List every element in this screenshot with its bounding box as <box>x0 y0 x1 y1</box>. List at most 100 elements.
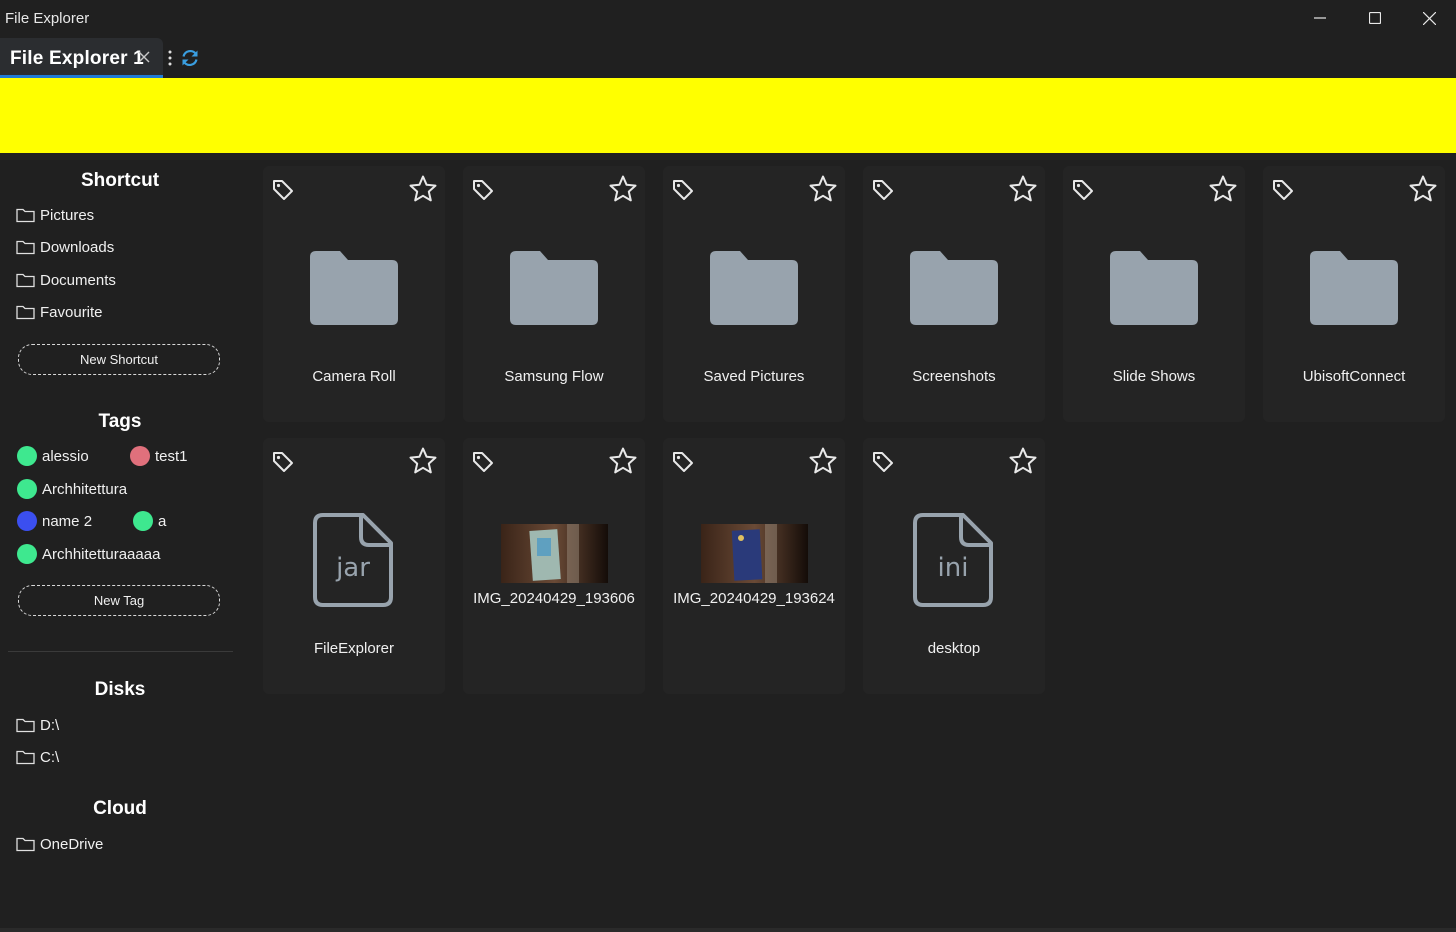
file-card[interactable]: ini desktop <box>863 438 1045 694</box>
folder-icon <box>16 718 35 733</box>
tag-icon[interactable] <box>471 178 495 202</box>
tag-label: name 2 <box>42 512 93 530</box>
star-icon[interactable] <box>608 446 638 476</box>
close-button[interactable] <box>1402 0 1456 36</box>
ini-file-icon: ini <box>913 513 993 607</box>
folder-card[interactable]: UbisoftConnect <box>1263 166 1445 422</box>
maximize-icon <box>1368 12 1381 24</box>
tag-label: test1 <box>155 447 188 465</box>
star-icon[interactable] <box>1208 174 1238 204</box>
image-thumbnail <box>701 524 808 583</box>
tag-archhitetturaaaaa[interactable]: Archhitetturaaaaa <box>17 543 160 565</box>
item-name: UbisoftConnect <box>1302 368 1406 385</box>
star-icon[interactable] <box>1408 174 1438 204</box>
star-icon[interactable] <box>1008 174 1038 204</box>
refresh-icon[interactable] <box>180 48 200 68</box>
star-icon[interactable] <box>608 174 638 204</box>
tag-icon[interactable] <box>671 178 695 202</box>
folder-icon <box>910 251 998 325</box>
folder-icon <box>16 208 35 223</box>
close-icon <box>1423 11 1436 25</box>
tab-close-icon[interactable] <box>136 49 152 65</box>
star-icon[interactable] <box>808 174 838 204</box>
item-name: Camera Roll <box>312 368 396 385</box>
tag-color-dot <box>17 544 37 564</box>
tags-title: Tags <box>98 411 142 432</box>
minimize-icon <box>1313 17 1326 19</box>
tag-label: Archhitetturaaaaa <box>42 545 161 563</box>
folder-icon <box>710 251 798 325</box>
tag-label: a <box>158 512 167 530</box>
tag-alessio[interactable]: alessio <box>17 445 89 467</box>
folder-icon <box>16 273 35 288</box>
tag-test1[interactable]: test1 <box>130 445 188 467</box>
star-icon[interactable] <box>408 446 438 476</box>
star-icon[interactable] <box>1008 446 1038 476</box>
tag-icon[interactable] <box>1271 178 1295 202</box>
item-name: Samsung Flow <box>504 368 604 385</box>
tag-color-dot <box>130 446 150 466</box>
folder-icon <box>310 251 398 325</box>
folder-icon <box>16 837 35 852</box>
cloud-title: Cloud <box>93 798 147 819</box>
jar-file-icon: jar <box>313 513 393 607</box>
shortcut-downloads[interactable]: Downloads <box>16 237 114 257</box>
kebab-icon[interactable] <box>167 48 173 68</box>
tag-icon[interactable] <box>1071 178 1095 202</box>
tab-label: File Explorer 1 <box>10 48 144 69</box>
tag-archhitettura[interactable]: Archhitettura <box>17 478 127 500</box>
item-name: desktop <box>927 640 981 657</box>
sidebar-divider <box>8 651 233 652</box>
new-shortcut-button[interactable]: New Shortcut <box>18 344 220 375</box>
disk-label: D:\ <box>40 716 60 734</box>
folder-icon <box>16 240 35 255</box>
item-name: IMG_20240429_193624 <box>673 590 835 607</box>
folder-icon <box>16 750 35 765</box>
image-card[interactable]: IMG_20240429_193606 <box>463 438 645 694</box>
tab-file-explorer-1[interactable]: File Explorer 1 <box>0 38 163 78</box>
shortcut-label: Documents <box>40 271 116 289</box>
shortcut-pictures[interactable]: Pictures <box>16 205 94 225</box>
image-thumbnail <box>501 524 608 583</box>
folder-icon <box>510 251 598 325</box>
tag-label: alessio <box>42 447 89 465</box>
status-strip <box>0 928 1456 932</box>
folder-card[interactable]: Camera Roll <box>263 166 445 422</box>
folder-card[interactable]: Saved Pictures <box>663 166 845 422</box>
tag-icon[interactable] <box>671 450 695 474</box>
tag-icon[interactable] <box>871 178 895 202</box>
file-card[interactable]: jar FileExplorer <box>263 438 445 694</box>
folder-card[interactable]: Slide Shows <box>1063 166 1245 422</box>
folder-icon <box>16 305 35 320</box>
maximize-button[interactable] <box>1347 0 1402 36</box>
tag-a[interactable]: a <box>133 510 166 532</box>
disk-c[interactable]: C:\ <box>16 747 59 767</box>
tag-color-dot <box>133 511 153 531</box>
folder-card[interactable]: Samsung Flow <box>463 166 645 422</box>
item-name: Slide Shows <box>1112 368 1196 385</box>
image-card[interactable]: IMG_20240429_193624 <box>663 438 845 694</box>
minimize-button[interactable] <box>1292 0 1347 36</box>
disk-d[interactable]: D:\ <box>16 715 59 735</box>
tag-icon[interactable] <box>871 450 895 474</box>
star-icon[interactable] <box>808 446 838 476</box>
new-tag-button[interactable]: New Tag <box>18 585 220 616</box>
tag-color-dot <box>17 479 37 499</box>
cloud-onedrive[interactable]: OneDrive <box>16 834 103 854</box>
shortcut-favourite[interactable]: Favourite <box>16 302 103 322</box>
item-name: FileExplorer <box>313 640 395 657</box>
tag-label: Archhitettura <box>42 480 128 498</box>
tag-icon[interactable] <box>271 450 295 474</box>
shortcut-documents[interactable]: Documents <box>16 270 116 290</box>
item-name: IMG_20240429_193606 <box>473 590 635 607</box>
tag-color-dot <box>17 446 37 466</box>
shortcut-label: Downloads <box>40 238 115 256</box>
disks-title: Disks <box>94 679 146 700</box>
tag-name-2[interactable]: name 2 <box>17 510 92 532</box>
tag-icon[interactable] <box>271 178 295 202</box>
tag-icon[interactable] <box>471 450 495 474</box>
star-icon[interactable] <box>408 174 438 204</box>
folder-icon <box>1110 251 1198 325</box>
item-name: Saved Pictures <box>703 368 805 385</box>
folder-card[interactable]: Screenshots <box>863 166 1045 422</box>
